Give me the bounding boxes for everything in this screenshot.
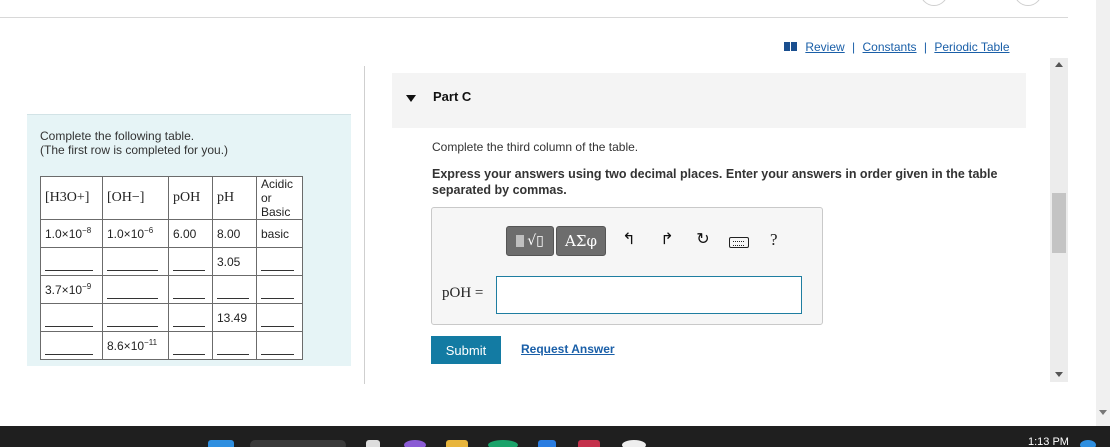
scroll-thumb[interactable]	[1052, 193, 1066, 253]
start-icon[interactable]	[208, 440, 234, 447]
cell-poh-blank	[168, 303, 213, 332]
table-row: 8.6×10−11	[40, 331, 303, 360]
constants-link[interactable]: Constants	[863, 40, 917, 54]
submit-button[interactable]: Submit	[431, 336, 501, 364]
undo-icon[interactable]: ↰	[620, 230, 638, 250]
link-separator: |	[923, 40, 928, 54]
instruction-line: Complete the following table.	[40, 129, 195, 143]
page-scrollbar[interactable]	[1096, 0, 1110, 426]
question-instructions: Express your answers using two decimal p…	[432, 167, 998, 197]
edge-icon[interactable]	[488, 440, 518, 447]
ph-table: [H3O+] [OH−] pOH pH Acidic or Basic 1.0×…	[40, 176, 303, 360]
scroll-down-icon[interactable]	[1055, 372, 1063, 377]
header-poh: pOH	[168, 176, 213, 220]
header-oh: [OH−]	[102, 176, 169, 220]
notification-icon[interactable]	[1080, 440, 1096, 447]
cell-poh: 6.00	[168, 219, 213, 248]
taskbar: 1:13 PM	[0, 426, 1110, 447]
cell-h3o-blank	[40, 303, 103, 332]
redo-icon[interactable]: ↱	[658, 230, 676, 250]
cell-acidic-basic: basic	[256, 219, 303, 248]
cell-oh-blank	[102, 275, 169, 304]
periodic-table-link[interactable]: Periodic Table	[934, 40, 1009, 54]
cell-ab-blank	[256, 303, 303, 332]
link-separator: |	[852, 40, 856, 54]
poh-answer-input[interactable]	[496, 276, 802, 314]
search-bar[interactable]	[250, 440, 346, 447]
store-icon[interactable]	[538, 440, 556, 447]
cell-h3o: 1.0×10−8	[40, 219, 103, 248]
help-button[interactable]: ?	[770, 230, 778, 250]
top-divider	[0, 17, 1068, 18]
top-circle-button[interactable]	[920, 0, 948, 6]
problem-instructions: Complete the following table. (The first…	[40, 129, 228, 157]
table-row: 3.05	[40, 247, 303, 276]
greek-symbols-button[interactable]: ΑΣφ	[556, 226, 606, 256]
header-basic-line: Basic	[261, 205, 291, 219]
answer-box: √▯ ΑΣφ ↰ ↱ ↻ ? pOH =	[431, 207, 823, 325]
templates-button[interactable]: √▯	[506, 226, 554, 256]
table-row: 3.7×10−9	[40, 275, 303, 304]
question-text: Complete the third column of the table.	[432, 140, 639, 154]
part-title: Part C	[433, 89, 472, 104]
cell-ph: 8.00	[212, 219, 257, 248]
cell-ph-blank	[212, 331, 257, 360]
cell-oh: 1.0×10−6	[102, 219, 169, 248]
chrome-icon[interactable]	[622, 440, 646, 447]
content-scrollbar[interactable]	[1050, 58, 1068, 382]
page: Review | Constants | Periodic Table Comp…	[0, 0, 1110, 447]
cell-h3o-blank	[40, 247, 103, 276]
cell-ab-blank	[256, 247, 303, 276]
header-links: Review | Constants | Periodic Table	[784, 40, 1010, 54]
collapse-triangle-icon[interactable]	[406, 95, 416, 102]
problem-panel: Complete the following table. (The first…	[27, 114, 351, 366]
cell-ph: 13.49	[212, 303, 257, 332]
mail-icon[interactable]	[578, 440, 600, 447]
cell-poh-blank	[168, 247, 213, 276]
reset-icon[interactable]: ↻	[694, 230, 712, 250]
table-header-row: [H3O+] [OH−] pOH pH Acidic or Basic	[40, 176, 303, 220]
request-answer-link[interactable]: Request Answer	[521, 342, 615, 356]
instruction-line: (The first row is completed for you.)	[40, 143, 229, 157]
table-row: 1.0×10−8 1.0×10−6 6.00 8.00 basic	[40, 219, 303, 248]
header-acidic-basic: Acidic or Basic	[256, 176, 303, 220]
cell-h3o-blank	[40, 331, 103, 360]
clock: 1:13 PM	[1028, 436, 1069, 447]
review-link[interactable]: Review	[805, 40, 844, 54]
cell-poh-blank	[168, 275, 213, 304]
taskview-icon[interactable]	[366, 440, 380, 447]
cell-oh: 8.6×10−11	[102, 331, 169, 360]
cell-ph-blank	[212, 275, 257, 304]
scroll-up-icon[interactable]	[1055, 62, 1063, 67]
cell-ab-blank	[256, 331, 303, 360]
top-circle-button[interactable]	[1014, 0, 1042, 6]
table-row: 13.49	[40, 303, 303, 332]
folder-icon[interactable]	[446, 440, 468, 447]
header-acidic-line: Acidic or	[261, 177, 294, 205]
cell-ab-blank	[256, 275, 303, 304]
cell-oh-blank	[102, 303, 169, 332]
poh-label: pOH =	[442, 285, 484, 301]
chat-icon[interactable]	[404, 440, 426, 447]
cell-oh-blank	[102, 247, 169, 276]
keyboard-icon[interactable]	[729, 237, 749, 248]
square-root-icon: √▯	[527, 233, 544, 249]
cell-h3o: 3.7×10−9	[40, 275, 103, 304]
header-h3o: [H3O+]	[40, 176, 103, 220]
panel-divider	[364, 66, 365, 384]
template-box-icon	[516, 235, 525, 247]
book-icon	[784, 42, 797, 51]
header-ph: pH	[212, 176, 257, 220]
part-header[interactable]: Part C	[392, 73, 1026, 128]
cell-ph: 3.05	[212, 247, 257, 276]
cell-poh-blank	[168, 331, 213, 360]
scroll-down-icon[interactable]	[1099, 410, 1107, 415]
